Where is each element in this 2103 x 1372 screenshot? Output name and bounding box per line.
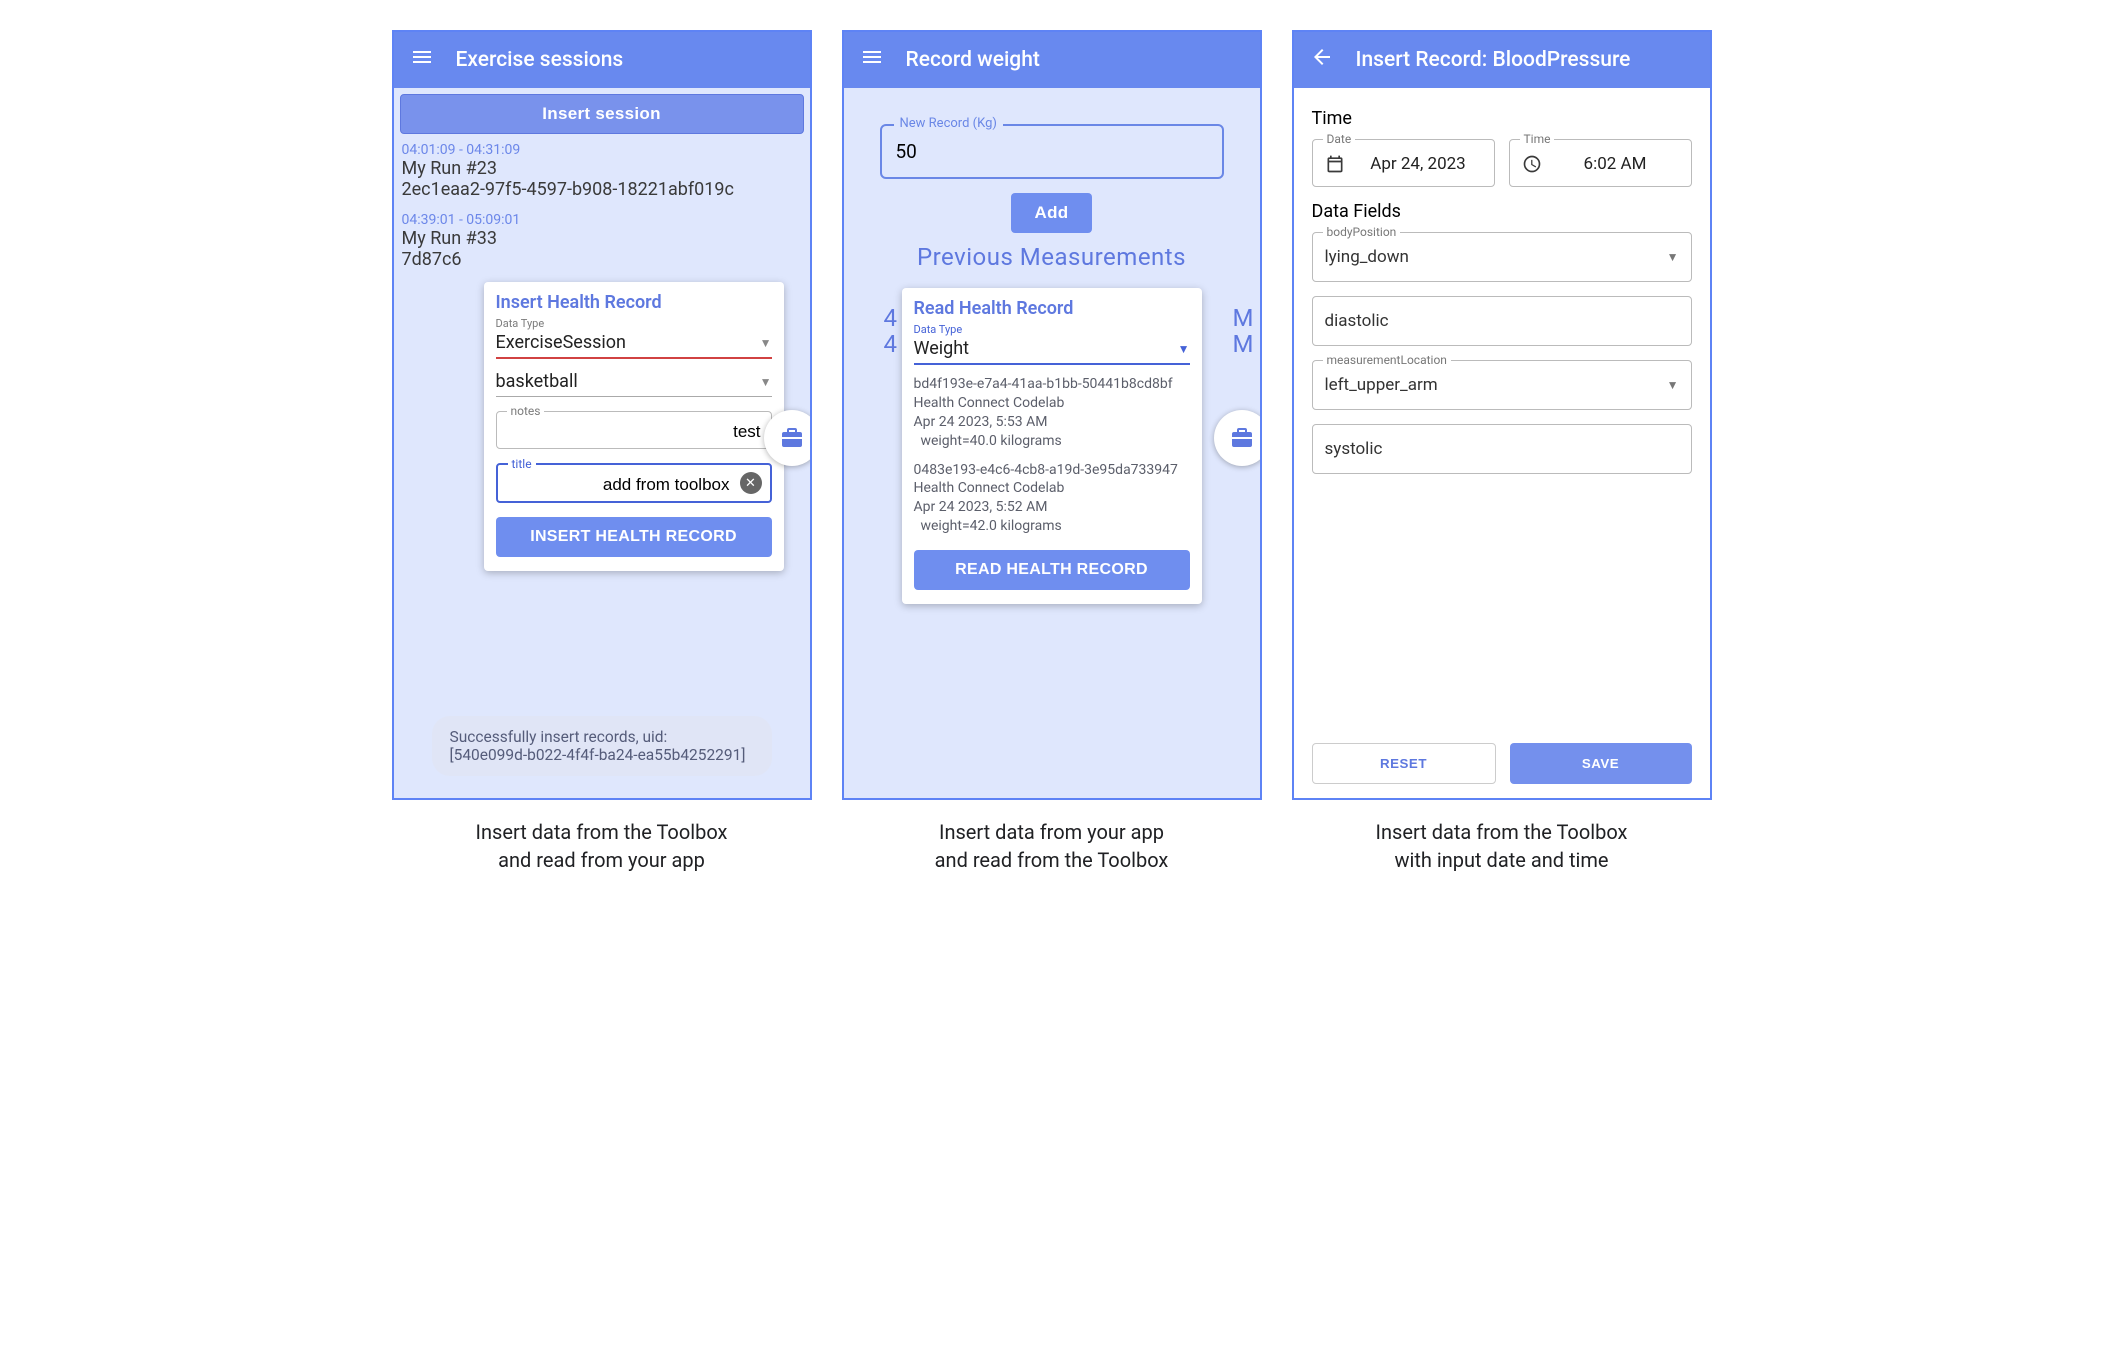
session-uid: 7d87c6 (402, 249, 802, 270)
date-picker[interactable]: Date Apr 24, 2023 (1312, 139, 1495, 187)
snackbar: Successfully insert records, uid: [540e0… (432, 716, 772, 776)
caption: Insert data from the Toolbox with input … (1376, 818, 1628, 874)
add-button[interactable]: Add (1011, 193, 1093, 233)
exercise-type-value: basketball (496, 371, 578, 392)
insert-health-record-button[interactable]: INSERT HEALTH RECORD (496, 517, 772, 557)
data-type-value: Weight (914, 338, 970, 359)
session-time: 04:39:01 - 05:09:01 (402, 212, 802, 228)
time-picker[interactable]: Time 6:02 AM (1509, 139, 1692, 187)
chevron-down-icon: ▼ (1667, 250, 1679, 264)
record-uid: bd4f193e-e7a4-41aa-b1bb-50441b8cd8bf (914, 375, 1190, 394)
exercise-type-select[interactable]: basketball ▼ (496, 369, 772, 397)
new-record-field[interactable]: New Record (Kg) 50 (880, 124, 1224, 179)
reset-button[interactable]: RESET (1312, 743, 1496, 784)
appbar: Exercise sessions (394, 32, 810, 88)
caption: Insert data from your app and read from … (935, 818, 1169, 874)
data-type-value: ExerciseSession (496, 332, 627, 353)
chevron-down-icon: ▼ (760, 336, 772, 350)
time-label: Time (1520, 132, 1555, 146)
date-label: Date (1323, 132, 1356, 146)
read-health-record-card: Read Health Record Data Type Weight ▼ bd… (902, 288, 1202, 604)
record-value: weight=42.0 kilograms (914, 517, 1190, 536)
session-title: My Run #33 (402, 228, 802, 249)
record-entry: bd4f193e-e7a4-41aa-b1bb-50441b8cd8bf Hea… (914, 375, 1190, 451)
previous-measurements-heading: Previous Measurements (880, 243, 1224, 271)
appbar: Record weight (844, 32, 1260, 88)
toolbox-fab[interactable] (1214, 410, 1262, 466)
notes-label: notes (507, 404, 545, 418)
list-item[interactable]: 04:39:01 - 05:09:01 My Run #33 7d87c6 (402, 208, 802, 278)
read-health-record-button[interactable]: READ HEALTH RECORD (914, 550, 1190, 590)
notes-field[interactable]: notes (496, 411, 772, 449)
new-record-label: New Record (Kg) (894, 116, 1003, 131)
body-position-select[interactable]: bodyPosition lying_down ▼ (1312, 232, 1692, 282)
session-uid: 2ec1eaa2-97f5-4597-b908-18221abf019c (402, 179, 802, 200)
notes-input[interactable] (507, 422, 761, 442)
card-title: Read Health Record (914, 298, 1190, 319)
snackbar-uid: [540e099d-b022-4f4f-ba24-ea55b4252291] (450, 746, 754, 764)
diastolic-field[interactable]: diastolic (1312, 296, 1692, 346)
snackbar-text: Successfully insert records, uid: (450, 728, 754, 746)
chevron-down-icon: ▼ (760, 375, 772, 389)
partial-text: 4 (884, 304, 898, 332)
record-timestamp: Apr 24 2023, 5:53 AM (914, 413, 1190, 432)
data-fields-heading: Data Fields (1312, 201, 1692, 222)
title-field[interactable]: title ✕ (496, 463, 772, 503)
appbar-title: Insert Record: BloodPressure (1356, 48, 1631, 72)
clear-icon[interactable]: ✕ (740, 472, 762, 494)
insert-health-record-card: Insert Health Record Data Type ExerciseS… (484, 282, 784, 571)
session-list: 04:01:09 - 04:31:09 My Run #23 2ec1eaa2-… (400, 134, 804, 282)
calendar-icon (1325, 154, 1345, 174)
systolic-label: systolic (1325, 439, 1383, 459)
title-input[interactable] (508, 475, 760, 495)
diastolic-label: diastolic (1325, 311, 1389, 331)
chevron-down-icon: ▼ (1667, 378, 1679, 392)
data-type-select[interactable]: ExerciseSession ▼ (496, 330, 772, 359)
time-heading: Time (1312, 108, 1692, 129)
new-record-value: 50 (896, 140, 917, 163)
session-time: 04:01:09 - 04:31:09 (402, 142, 802, 158)
measurement-location-label: measurementLocation (1323, 353, 1451, 367)
partial-text: M (1233, 304, 1254, 332)
hamburger-icon[interactable] (860, 45, 884, 75)
session-title: My Run #23 (402, 158, 802, 179)
time-value: 6:02 AM (1552, 154, 1679, 174)
date-value: Apr 24, 2023 (1355, 154, 1482, 174)
back-arrow-icon[interactable] (1310, 45, 1334, 75)
caption: Insert data from the Toolbox and read fr… (476, 818, 728, 874)
screen-insert-record-bloodpressure: Insert Record: BloodPressure Time Date A… (1292, 30, 1712, 800)
data-type-select[interactable]: Weight ▼ (914, 336, 1190, 365)
title-label: title (508, 457, 536, 471)
appbar-title: Record weight (906, 48, 1040, 72)
partial-text: 4 (884, 330, 898, 358)
insert-session-button[interactable]: Insert session (400, 94, 804, 134)
record-app: Health Connect Codelab (914, 479, 1190, 498)
systolic-field[interactable]: systolic (1312, 424, 1692, 474)
screen-record-weight: Record weight New Record (Kg) 50 Add Pre… (842, 30, 1262, 800)
clock-icon (1522, 154, 1542, 174)
list-item[interactable]: 04:01:09 - 04:31:09 My Run #23 2ec1eaa2-… (402, 138, 802, 208)
hamburger-icon[interactable] (410, 45, 434, 75)
body-position-value: lying_down (1325, 247, 1409, 267)
record-timestamp: Apr 24 2023, 5:52 AM (914, 498, 1190, 517)
data-type-label: Data Type (496, 317, 772, 330)
record-entry: 0483e193-e4c6-4cb8-a19d-3e95da733947 Hea… (914, 461, 1190, 537)
measurement-location-select[interactable]: measurementLocation left_upper_arm ▼ (1312, 360, 1692, 410)
measurement-location-value: left_upper_arm (1325, 375, 1438, 395)
screen-exercise-sessions: Exercise sessions Insert session 04:01:0… (392, 30, 812, 800)
appbar: Insert Record: BloodPressure (1294, 32, 1710, 88)
chevron-down-icon: ▼ (1178, 342, 1190, 356)
body-position-label: bodyPosition (1323, 225, 1401, 239)
record-uid: 0483e193-e4c6-4cb8-a19d-3e95da733947 (914, 461, 1190, 480)
data-type-label: Data Type (914, 323, 1190, 336)
card-title: Insert Health Record (496, 292, 772, 313)
save-button[interactable]: SAVE (1510, 743, 1692, 784)
appbar-title: Exercise sessions (456, 48, 624, 72)
record-app: Health Connect Codelab (914, 394, 1190, 413)
partial-text: M (1233, 330, 1254, 358)
record-value: weight=40.0 kilograms (914, 432, 1190, 451)
